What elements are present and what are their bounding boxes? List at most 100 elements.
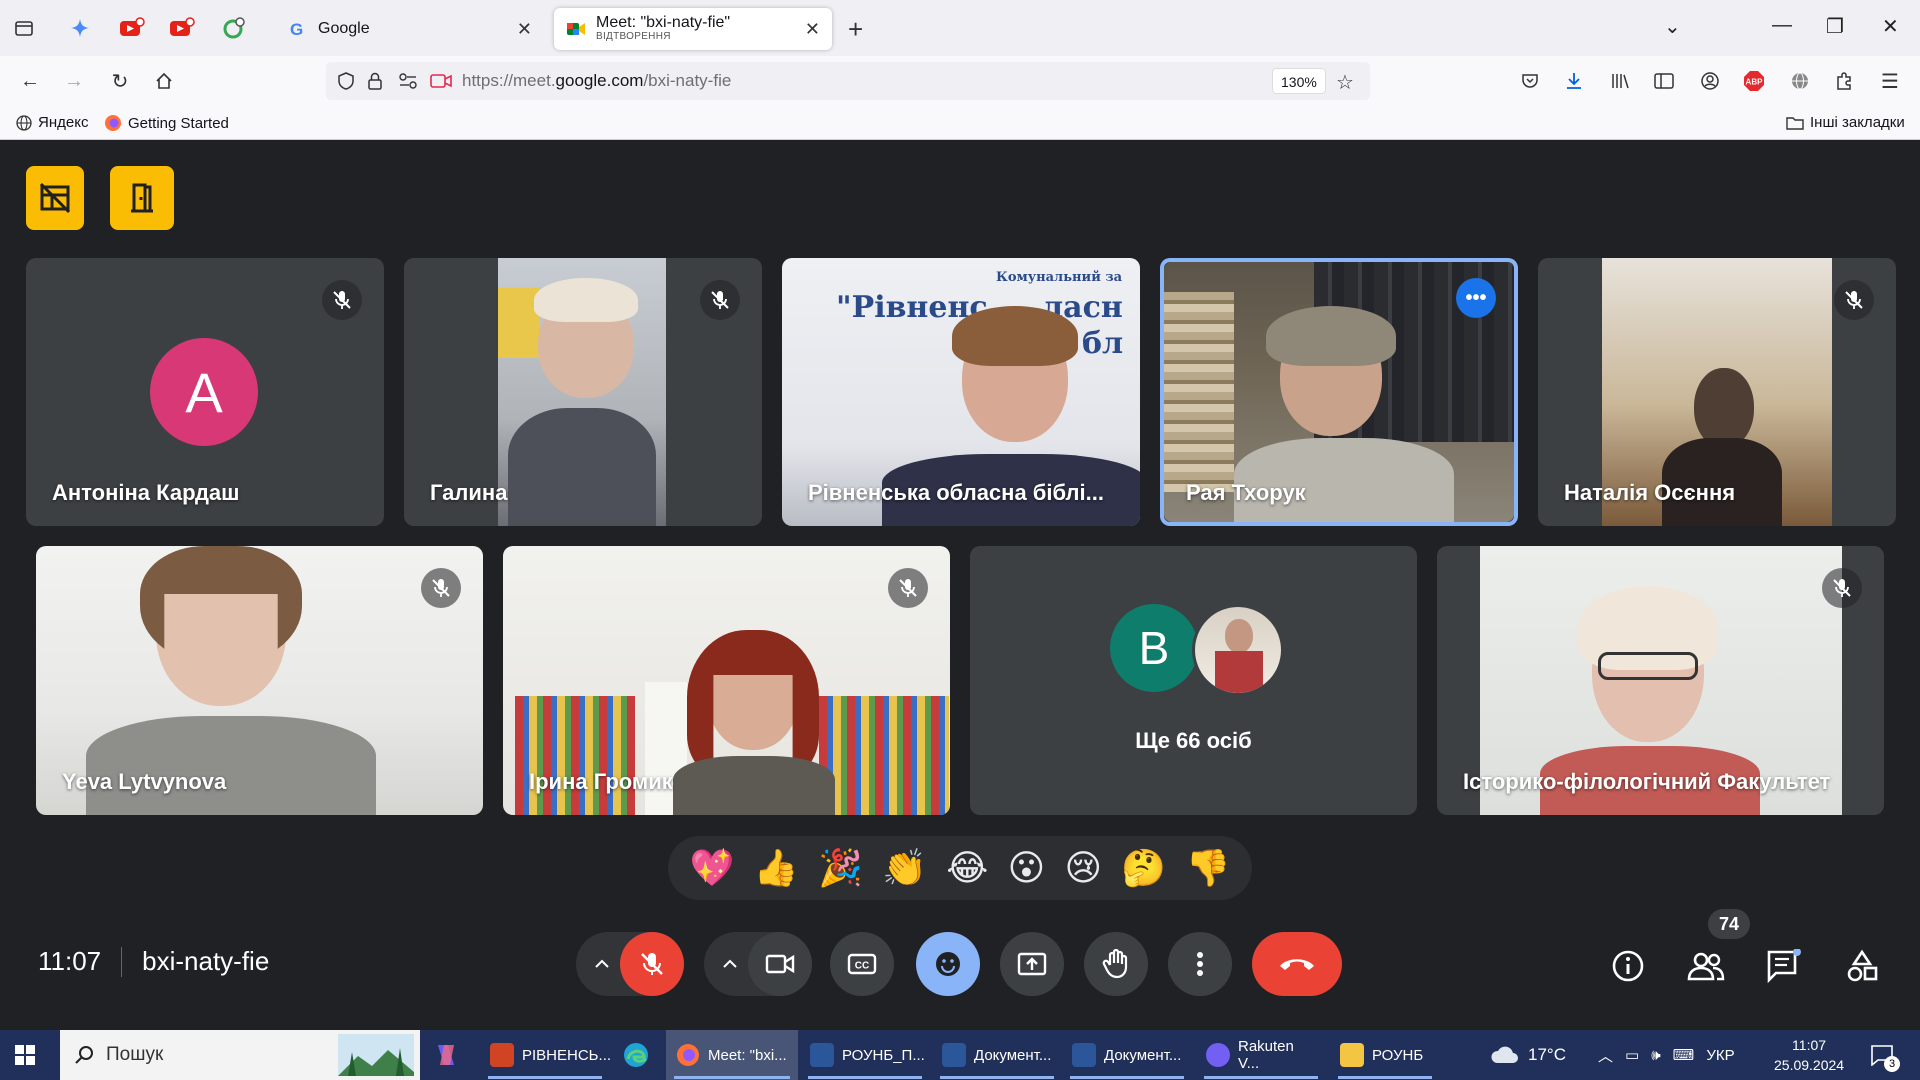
home-icon[interactable] <box>150 67 178 95</box>
reaction-party-button[interactable]: 🎉 <box>818 847 863 889</box>
pocket-icon[interactable] <box>1516 67 1544 95</box>
back-icon[interactable]: ← <box>16 67 44 95</box>
close-tab-icon[interactable]: ✕ <box>805 19 820 40</box>
taskbar-search-box[interactable]: Пошук <box>60 1030 420 1080</box>
battery-icon[interactable]: ▭ <box>1625 1046 1639 1064</box>
minimize-icon[interactable]: — <box>1772 14 1792 37</box>
taskbar-app-viber[interactable]: Rakuten V... <box>1196 1030 1326 1080</box>
raise-hand-button[interactable] <box>1084 932 1148 996</box>
microphone-toggle-button[interactable] <box>620 932 684 996</box>
edge-icon[interactable] <box>622 1030 650 1080</box>
taskbar-app-powerpoint[interactable]: РІВНЕНСЬ... <box>480 1030 611 1080</box>
other-bookmarks[interactable]: Інші закладки <box>1786 114 1905 131</box>
gemini-sparkle-icon[interactable] <box>66 14 94 42</box>
translate-globe-icon[interactable] <box>1786 67 1814 95</box>
list-all-tabs-icon[interactable]: ⌄ <box>1664 14 1681 39</box>
notification-center-button[interactable]: 3 <box>1870 1030 1900 1080</box>
forward-icon[interactable]: → <box>60 67 88 95</box>
camera-in-use-icon[interactable] <box>430 72 452 95</box>
close-tab-icon[interactable]: ✕ <box>517 19 532 40</box>
book-stack <box>1164 292 1234 492</box>
tray-chevron-icon[interactable]: ︿ <box>1598 1045 1613 1066</box>
tracking-protection-icon[interactable] <box>336 71 356 96</box>
reaction-thinking-button[interactable]: 🤔 <box>1121 847 1166 889</box>
reaction-sad-button[interactable]: 😢 <box>1064 847 1102 889</box>
google-pinned-icon[interactable] <box>220 14 248 42</box>
breakout-rooms-button[interactable] <box>110 166 174 230</box>
participant-tile[interactable]: Історико-філологічний Факультет <box>1437 546 1884 815</box>
reaction-thumbs-down-button[interactable]: 👎 <box>1185 847 1230 889</box>
more-options-icon[interactable]: ••• <box>1456 278 1496 318</box>
chat-button[interactable] <box>1760 942 1808 990</box>
new-tab-button[interactable]: + <box>848 14 863 45</box>
taskbar-app-word[interactable]: Документ... <box>1062 1030 1192 1080</box>
more-options-button[interactable] <box>1168 932 1232 996</box>
keyboard-icon[interactable]: ⌨ <box>1673 1046 1695 1064</box>
menu-icon[interactable]: ☰ <box>1876 67 1904 95</box>
library-icon[interactable] <box>1606 67 1634 95</box>
participant-tile[interactable]: Комунальний за "Рівненс ласн бл Рівненсь… <box>782 258 1140 526</box>
mic-control-group <box>576 932 684 996</box>
account-icon[interactable] <box>1696 67 1724 95</box>
lock-icon[interactable] <box>366 71 384 96</box>
participant-tile[interactable]: Ірина Громик <box>503 546 950 815</box>
close-window-icon[interactable]: ✕ <box>1882 14 1899 39</box>
taskbar-app-firefox[interactable]: Meet: "bxi... <box>666 1030 798 1080</box>
bookmark-star-icon[interactable]: ☆ <box>1336 70 1354 95</box>
camera-toggle-button[interactable] <box>748 932 812 996</box>
others-tile[interactable]: B Ще 66 осіб <box>970 546 1417 815</box>
tab-playing-label: ВІДТВОРЕННЯ <box>596 31 671 43</box>
extensions-icon[interactable] <box>1830 67 1858 95</box>
reaction-clap-button[interactable]: 👏 <box>882 847 927 889</box>
downloads-icon[interactable] <box>1560 67 1588 95</box>
notification-count: 3 <box>1884 1056 1900 1072</box>
people-button[interactable] <box>1682 942 1730 990</box>
youtube-pinned-icon[interactable] <box>168 14 196 42</box>
participant-tile[interactable]: Наталія Осєння <box>1538 258 1896 526</box>
reload-icon[interactable]: ↻ <box>106 67 134 95</box>
firefox-view-icon[interactable] <box>10 14 38 42</box>
adblock-plus-icon[interactable]: ABP <box>1740 67 1768 95</box>
leave-call-button[interactable] <box>1252 932 1342 996</box>
volume-icon[interactable]: 🕪 <box>1651 1047 1660 1064</box>
bookmark-yandex[interactable]: Яндекс <box>16 114 88 131</box>
reaction-surprised-button[interactable]: 😮 <box>1008 847 1046 889</box>
taskbar-clock[interactable]: 11:07 25.09.2024 <box>1774 1035 1844 1075</box>
participant-tile-active-speaker[interactable]: ••• Рая Тхорук <box>1160 258 1518 526</box>
present-screen-button[interactable] <box>1000 932 1064 996</box>
language-indicator[interactable]: УКР <box>1706 1047 1734 1064</box>
taskbar-app-word[interactable]: Документ... <box>932 1030 1062 1080</box>
meeting-details-button[interactable] <box>1604 942 1652 990</box>
send-reaction-button[interactable] <box>916 932 980 996</box>
weather-widget[interactable]: 17°C <box>1490 1030 1566 1080</box>
audio-settings-chevron-icon[interactable] <box>586 948 618 980</box>
participant-tile[interactable]: Галина <box>404 258 762 526</box>
video-settings-chevron-icon[interactable] <box>714 948 746 980</box>
participant-name: Рівненська обласна біблі... <box>808 480 1104 505</box>
captions-button[interactable]: CC <box>830 932 894 996</box>
restore-icon[interactable]: ❐ <box>1826 14 1844 39</box>
reaction-heart-button[interactable]: 💖 <box>690 847 735 889</box>
activities-button[interactable] <box>1838 942 1886 990</box>
taskbar-app-word[interactable]: РОУНБ_П... <box>800 1030 930 1080</box>
background-sign-text: Комунальний за <box>996 270 1123 285</box>
youtube-pinned-icon[interactable] <box>118 14 146 42</box>
tab-google[interactable]: G Google ✕ <box>276 8 544 50</box>
zoom-indicator[interactable]: 130% <box>1272 68 1326 94</box>
tab-meet[interactable]: Meet: "bxi-naty-fie" ВІДТВОРЕННЯ ✕ <box>554 8 832 50</box>
reaction-thumbs-up-button[interactable]: 👍 <box>754 847 799 889</box>
permissions-icon[interactable] <box>398 72 418 95</box>
sidebar-icon[interactable] <box>1650 67 1678 95</box>
address-bar[interactable]: https://meet.google.com/bxi-naty-fie 130… <box>326 62 1370 100</box>
copilot-icon[interactable] <box>432 1030 460 1080</box>
taskbar-app-folder[interactable]: РОУНБ <box>1330 1030 1440 1080</box>
host-controls-button[interactable] <box>26 166 84 230</box>
avatar: A <box>150 338 258 446</box>
reaction-laugh-button[interactable]: 😂 <box>946 847 988 889</box>
start-button[interactable] <box>14 1030 36 1080</box>
participant-tile[interactable]: A Антоніна Кардаш <box>26 258 384 526</box>
other-bookmarks-label: Інші закладки <box>1810 114 1905 131</box>
url-text[interactable]: https://meet.google.com/bxi-naty-fie <box>462 71 731 91</box>
participant-tile[interactable]: Yeva Lytvynova <box>36 546 483 815</box>
bookmark-getting-started[interactable]: Getting Started <box>104 114 229 132</box>
